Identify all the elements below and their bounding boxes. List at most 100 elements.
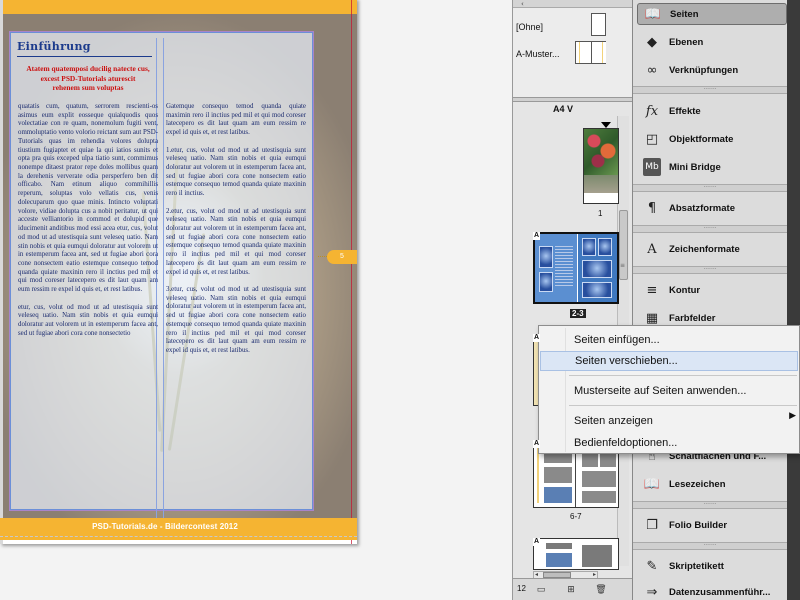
dock-item-zeichenformate[interactable]: A Zeichenformate xyxy=(637,238,787,260)
tab-connector xyxy=(318,256,327,257)
white-strip xyxy=(584,193,618,203)
layers-icon: ◆ xyxy=(647,34,657,50)
dock-item-label: Seiten xyxy=(670,8,699,20)
submenu-arrow-icon: ▶ xyxy=(789,411,796,421)
thumbnail-image xyxy=(582,238,596,256)
panel-top-strip xyxy=(513,0,632,8)
bleed-line xyxy=(0,536,357,537)
dock-item-absatzformate[interactable]: ¶ Absatzformate xyxy=(637,197,787,219)
context-menu[interactable]: Seiten einfügen... Seiten verschieben...… xyxy=(538,325,800,454)
dock-group-grip[interactable]: ······· xyxy=(633,501,787,509)
list-item: 2.etur, cus, volut od mod ut ad utestisq… xyxy=(166,207,306,276)
character-styles-icon: A xyxy=(647,241,657,257)
left-page xyxy=(535,234,577,302)
dock-item-label: Verknüpfungen xyxy=(669,64,739,76)
image-block xyxy=(544,467,572,483)
effects-icon: fx xyxy=(645,103,659,119)
document-canvas[interactable]: Einführung Atatem quatemposi ducilig nat… xyxy=(0,0,512,600)
paragraph: Gatemque consequo temod quanda quiate ma… xyxy=(166,103,306,137)
menu-item-show-pages[interactable]: Seiten anzeigen ▶ xyxy=(540,411,798,431)
thumbnail-image xyxy=(582,260,612,278)
menu-item-apply-master[interactable]: Musterseite auf Seiten anwenden... xyxy=(540,381,798,401)
page-size-icon[interactable]: ▭ xyxy=(535,584,547,596)
paragraph: etur, cus, volut od mod ut ad utestisqui… xyxy=(18,303,158,337)
dock-group-grip[interactable]: ······· xyxy=(633,184,787,192)
thumbnail-image xyxy=(539,272,553,292)
dock-item-lesezeichen[interactable]: 📖 Lesezeichen xyxy=(637,473,787,495)
dock-group-grip[interactable]: ······· xyxy=(633,225,787,233)
master-a-thumbnail[interactable] xyxy=(575,41,606,64)
panel-dock[interactable]: 📖 Seiten ◆ Ebenen ∞ Verknüpfungen ······… xyxy=(632,0,800,600)
image-block xyxy=(546,553,572,567)
page-thumbnail-1[interactable] xyxy=(583,128,619,204)
page-number: 5 xyxy=(340,253,344,260)
image-block xyxy=(544,487,572,503)
data-merge-icon: ⇒ xyxy=(646,584,658,600)
master-a[interactable]: A-Muster... xyxy=(516,49,560,59)
dock-item-label: Absatzformate xyxy=(669,202,735,214)
scrollbar-thumb[interactable] xyxy=(619,210,628,280)
dock-item-label: Farbfelder xyxy=(669,312,716,324)
dock-item-label: Kontur xyxy=(669,284,701,296)
master-pages-section[interactable]: [Ohne] A-Muster... xyxy=(513,8,632,98)
footer-text: PSD-Tutorials.de - Bildercontest 2012 xyxy=(92,522,238,531)
dock-item-label: Mini Bridge xyxy=(669,161,721,173)
dock-item-verknuepfungen[interactable]: ∞ Verknüpfungen xyxy=(637,59,787,81)
dock-group-grip[interactable]: ······· xyxy=(633,542,787,550)
dock-item-objektformate[interactable]: ◰ Objektformate xyxy=(637,128,787,150)
dock-item-label: Effekte xyxy=(669,105,701,117)
dock-item-mini-bridge[interactable]: Mb Mini Bridge xyxy=(637,156,787,178)
dock-group-grip[interactable]: ······· xyxy=(633,266,787,274)
spread-thumbnail-8-9[interactable] xyxy=(533,538,619,570)
page-title: Einführung xyxy=(17,40,91,53)
new-page-icon[interactable]: ⊞ xyxy=(565,584,577,596)
dock-item-label: Datenzusammenführ... xyxy=(669,586,771,598)
collapse-icon[interactable]: ‹ xyxy=(521,0,524,8)
dock-item-skriptetikett[interactable]: ✎ Skriptetikett xyxy=(637,555,787,577)
master-none-thumbnail[interactable] xyxy=(591,13,606,36)
dock-item-seiten[interactable]: 📖 Seiten xyxy=(637,3,787,25)
scroll-left-icon[interactable]: ◂ xyxy=(535,571,538,578)
folio-builder-icon: ❐ xyxy=(646,517,658,533)
header-bar xyxy=(0,0,357,14)
thumbnail-image xyxy=(582,282,612,298)
menu-item-insert-pages[interactable]: Seiten einfügen... xyxy=(540,330,798,350)
document-page[interactable]: Einführung Atatem quatemposi ducilig nat… xyxy=(0,0,357,544)
dock-item-folio-builder[interactable]: ❐ Folio Builder xyxy=(637,514,787,536)
master-prefix: A xyxy=(533,232,541,240)
paragraph: quatatis cum, quatum, serrorem rescienti… xyxy=(18,103,158,294)
menu-item-move-pages[interactable]: Seiten verschieben... xyxy=(540,351,798,371)
dock-item-ebenen[interactable]: ◆ Ebenen xyxy=(637,31,787,53)
mini-bridge-icon: Mb xyxy=(643,158,661,176)
spread-thumbnail-2-3[interactable] xyxy=(533,232,619,304)
pages-panel[interactable]: ‹ [Ohne] A-Muster... A4 V ≡ 1 A 2-3 A A … xyxy=(512,0,632,600)
dock-item-label: Skriptetikett xyxy=(669,560,724,572)
pages-icon: 📖 xyxy=(644,6,662,22)
image-block xyxy=(582,491,616,503)
delete-page-icon[interactable]: 🗑 xyxy=(595,584,607,596)
text-column-2: Gatemque consequo temod quanda quiate ma… xyxy=(166,103,306,364)
column-guide xyxy=(163,38,164,520)
thumbnail-image xyxy=(598,238,612,256)
menu-item-panel-options[interactable]: Bedienfeldoptionen... xyxy=(540,433,798,453)
scroll-right-icon[interactable]: ▸ xyxy=(593,571,596,578)
dock-edge xyxy=(787,0,800,600)
dock-item-effekte[interactable]: fx Effekte xyxy=(637,100,787,122)
dock-group-grip[interactable]: ······· xyxy=(633,86,787,94)
text-column-1: quatatis cum, quatum, serrorem rescienti… xyxy=(18,103,158,347)
lead-paragraph: Atatem quatemposi ducilig natecte cus, e… xyxy=(26,64,150,93)
panel-divider[interactable] xyxy=(513,98,632,102)
dock-item-datenzusammenfuehrung[interactable]: ⇒ Datenzusammenführ... xyxy=(637,581,787,600)
menu-separator xyxy=(569,405,797,406)
object-styles-icon: ◰ xyxy=(645,131,659,147)
page-label: 1 xyxy=(598,209,603,218)
page-count: 12 xyxy=(517,584,526,593)
list-item: 3.etur, cus, volut od mod ut ad utestisq… xyxy=(166,286,306,355)
scroll-grip-icon: ≡ xyxy=(620,262,626,269)
dock-item-kontur[interactable]: ≡ Kontur xyxy=(637,279,787,301)
script-label-icon: ✎ xyxy=(646,558,658,574)
dock-item-label: Zeichenformate xyxy=(669,243,740,255)
master-none[interactable]: [Ohne] xyxy=(516,22,543,32)
master-prefix: A xyxy=(533,538,541,546)
stroke-icon: ≡ xyxy=(646,282,658,298)
